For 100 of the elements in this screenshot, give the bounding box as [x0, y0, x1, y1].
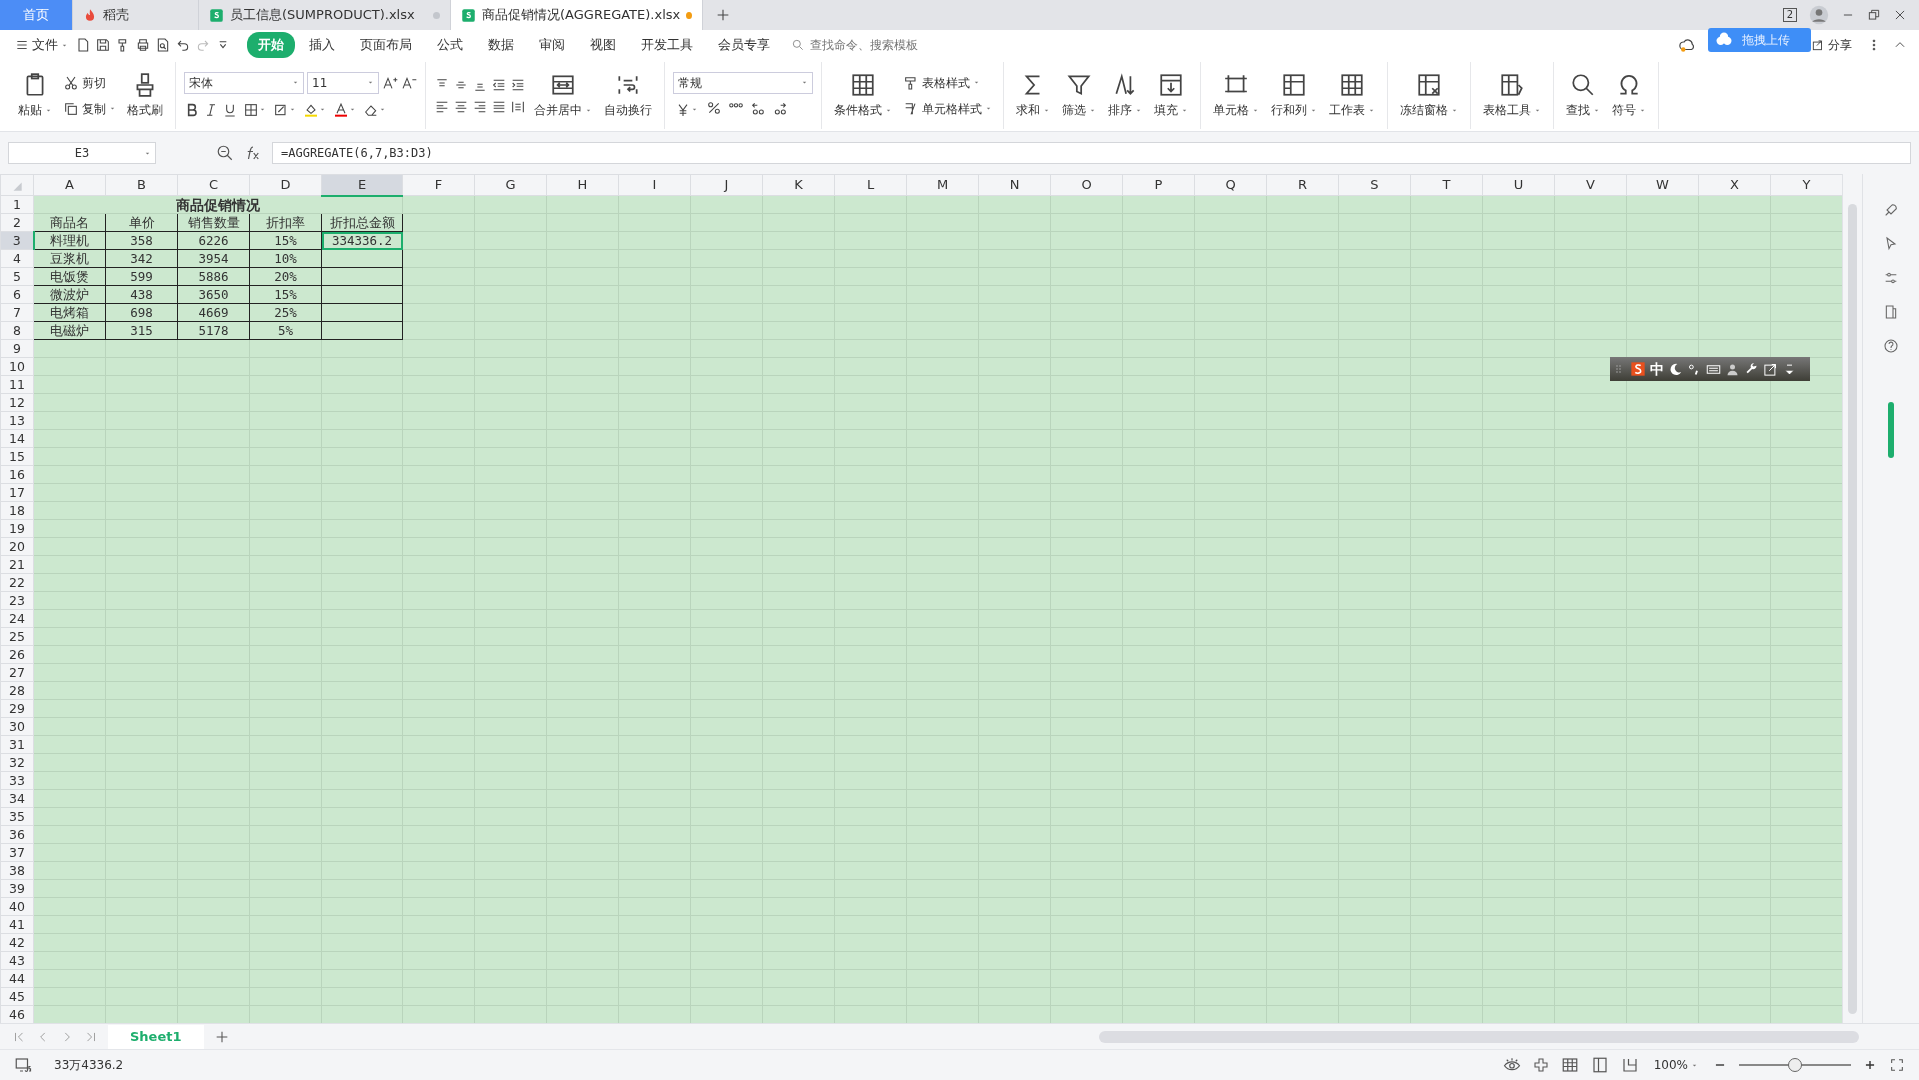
ribbon-tab[interactable]: 会员专享 — [707, 32, 781, 58]
table-cell[interactable]: 698 — [105, 303, 178, 322]
table-cell[interactable]: 电饭煲 — [33, 267, 106, 286]
name-box[interactable]: E3 — [8, 142, 156, 164]
percent-icon[interactable] — [706, 99, 722, 116]
table-cell[interactable]: 342 — [105, 249, 178, 268]
zoom-out-icon[interactable] — [216, 144, 234, 162]
toolbar-button[interactable]: 复制 — [60, 98, 119, 119]
toolbar-button[interactable]: 表格工具 — [1479, 70, 1545, 121]
toolbar-button[interactable]: 单元格样式 — [900, 98, 995, 119]
print-preview-icon[interactable] — [155, 37, 171, 53]
number-format-select[interactable]: 常规 — [673, 71, 813, 94]
toolbar-button[interactable]: 粘贴 — [14, 70, 56, 121]
toolbar-button[interactable]: 符号 — [1608, 70, 1650, 121]
toolbar-button[interactable]: 排序 — [1104, 70, 1146, 121]
restore-icon[interactable] — [1867, 8, 1881, 22]
column-header[interactable]: J — [690, 174, 763, 196]
ribbon-tab[interactable]: 页面布局 — [349, 32, 423, 58]
table-cell[interactable]: 3650 — [177, 285, 250, 304]
column-header[interactable]: P — [1122, 174, 1195, 196]
column-header[interactable]: M — [906, 174, 979, 196]
column-header[interactable]: C — [177, 174, 250, 196]
file-menu-button[interactable]: 文件 — [12, 34, 71, 56]
column-header[interactable]: L — [834, 174, 907, 196]
table-cell[interactable]: 料理机 — [33, 231, 106, 250]
column-header[interactable]: G — [474, 174, 547, 196]
ribbon-tab[interactable]: 审阅 — [528, 32, 576, 58]
document-icon[interactable] — [1883, 304, 1899, 320]
column-header[interactable]: B — [105, 174, 178, 196]
column-header[interactable]: H — [546, 174, 619, 196]
cross-layout-icon[interactable] — [1532, 1057, 1549, 1073]
zoom-in-icon[interactable] — [1863, 1058, 1877, 1072]
table-cell[interactable]: 5% — [249, 321, 322, 340]
share-button[interactable]: 分享 — [1808, 35, 1855, 55]
column-header[interactable]: E — [321, 174, 403, 196]
toolbar-button[interactable]: 行和列 — [1267, 70, 1321, 121]
table-cell[interactable]: 599 — [105, 267, 178, 286]
input-method-bar[interactable]: 中 — [1610, 357, 1810, 381]
ribbon-tab[interactable]: 开发工具 — [630, 32, 704, 58]
page-break-view-icon[interactable] — [1620, 1056, 1639, 1074]
column-header[interactable]: A — [33, 174, 106, 196]
toolbar-button[interactable]: 格式刷 — [123, 70, 167, 121]
table-cell[interactable]: 20% — [249, 267, 322, 286]
column-header[interactable]: U — [1482, 174, 1555, 196]
column-header[interactable]: V — [1554, 174, 1627, 196]
ribbon-tab[interactable]: 视图 — [579, 32, 627, 58]
table-cell[interactable]: 358 — [105, 231, 178, 250]
sliders-icon[interactable] — [1883, 270, 1899, 286]
column-header[interactable]: D — [249, 174, 322, 196]
page-view-icon[interactable] — [1590, 1056, 1609, 1074]
toolbar-button[interactable]: 筛选 — [1058, 70, 1100, 121]
column-header[interactable]: I — [618, 174, 691, 196]
print-icon[interactable] — [135, 37, 151, 53]
column-header[interactable]: O — [1050, 174, 1123, 196]
table-cell[interactable]: 10% — [249, 249, 322, 268]
table-cell[interactable]: 15% — [249, 285, 322, 304]
help-icon[interactable] — [1883, 338, 1899, 354]
pointer-icon[interactable] — [1883, 236, 1899, 252]
save-icon[interactable] — [95, 37, 111, 53]
fullscreen-icon[interactable] — [1889, 1057, 1905, 1073]
toolbar-button[interactable]: 条件格式 — [830, 70, 896, 121]
zoom-select[interactable]: 100% — [1650, 1055, 1701, 1075]
column-header[interactable]: X — [1698, 174, 1771, 196]
close-icon[interactable] — [1893, 8, 1907, 22]
font-select[interactable]: 宋体 — [184, 71, 304, 94]
column-header[interactable]: Y — [1770, 174, 1842, 196]
zoom-slider-thumb[interactable] — [1788, 1058, 1802, 1072]
table-cell[interactable]: 微波炉 — [33, 285, 106, 304]
ribbon-tab[interactable]: 数据 — [477, 32, 525, 58]
macro-icon[interactable] — [14, 1056, 32, 1074]
column-header[interactable]: R — [1266, 174, 1339, 196]
table-cell[interactable]: 334336.2 — [321, 231, 403, 250]
column-header[interactable]: F — [402, 174, 475, 196]
table-cell[interactable]: 5178 — [177, 321, 250, 340]
side-handle[interactable] — [1888, 402, 1894, 458]
toolbar-button[interactable]: 工作表 — [1325, 70, 1379, 121]
column-header[interactable]: T — [1410, 174, 1483, 196]
table-cell[interactable]: 电磁炉 — [33, 321, 106, 340]
toolbar-button[interactable]: 自动换行 — [600, 70, 656, 121]
toolbar-button[interactable]: 合并居中 — [530, 70, 596, 121]
column-header[interactable]: K — [762, 174, 835, 196]
table-cell[interactable]: 6226 — [177, 231, 250, 250]
toolbar-button[interactable]: 剪切 — [60, 72, 119, 93]
column-header[interactable]: Q — [1194, 174, 1267, 196]
font-size-select[interactable]: 11 — [307, 71, 379, 94]
table-cell[interactable]: 315 — [105, 321, 178, 340]
table-cell[interactable]: 豆浆机 — [33, 249, 106, 268]
popout-icon[interactable] — [1763, 361, 1778, 377]
toolbar-button[interactable]: 填充 — [1150, 70, 1192, 121]
horizontal-scrollbar[interactable] — [1099, 1030, 1859, 1043]
table-cell[interactable]: 电烤箱 — [33, 303, 106, 322]
toolbar-button[interactable]: 表格样式 — [900, 72, 995, 93]
table-cell[interactable]: 15% — [249, 231, 322, 250]
ribbon-tab[interactable]: 插入 — [298, 32, 346, 58]
table-cell[interactable]: 5886 — [177, 267, 250, 286]
search-field[interactable]: 查找命令、搜索模板 — [791, 35, 958, 55]
window-count-badge[interactable]: 2 — [1782, 8, 1797, 22]
table-cell[interactable]: 3954 — [177, 249, 250, 268]
normal-view-icon[interactable] — [1560, 1056, 1579, 1074]
table-cell[interactable]: 25% — [249, 303, 322, 322]
